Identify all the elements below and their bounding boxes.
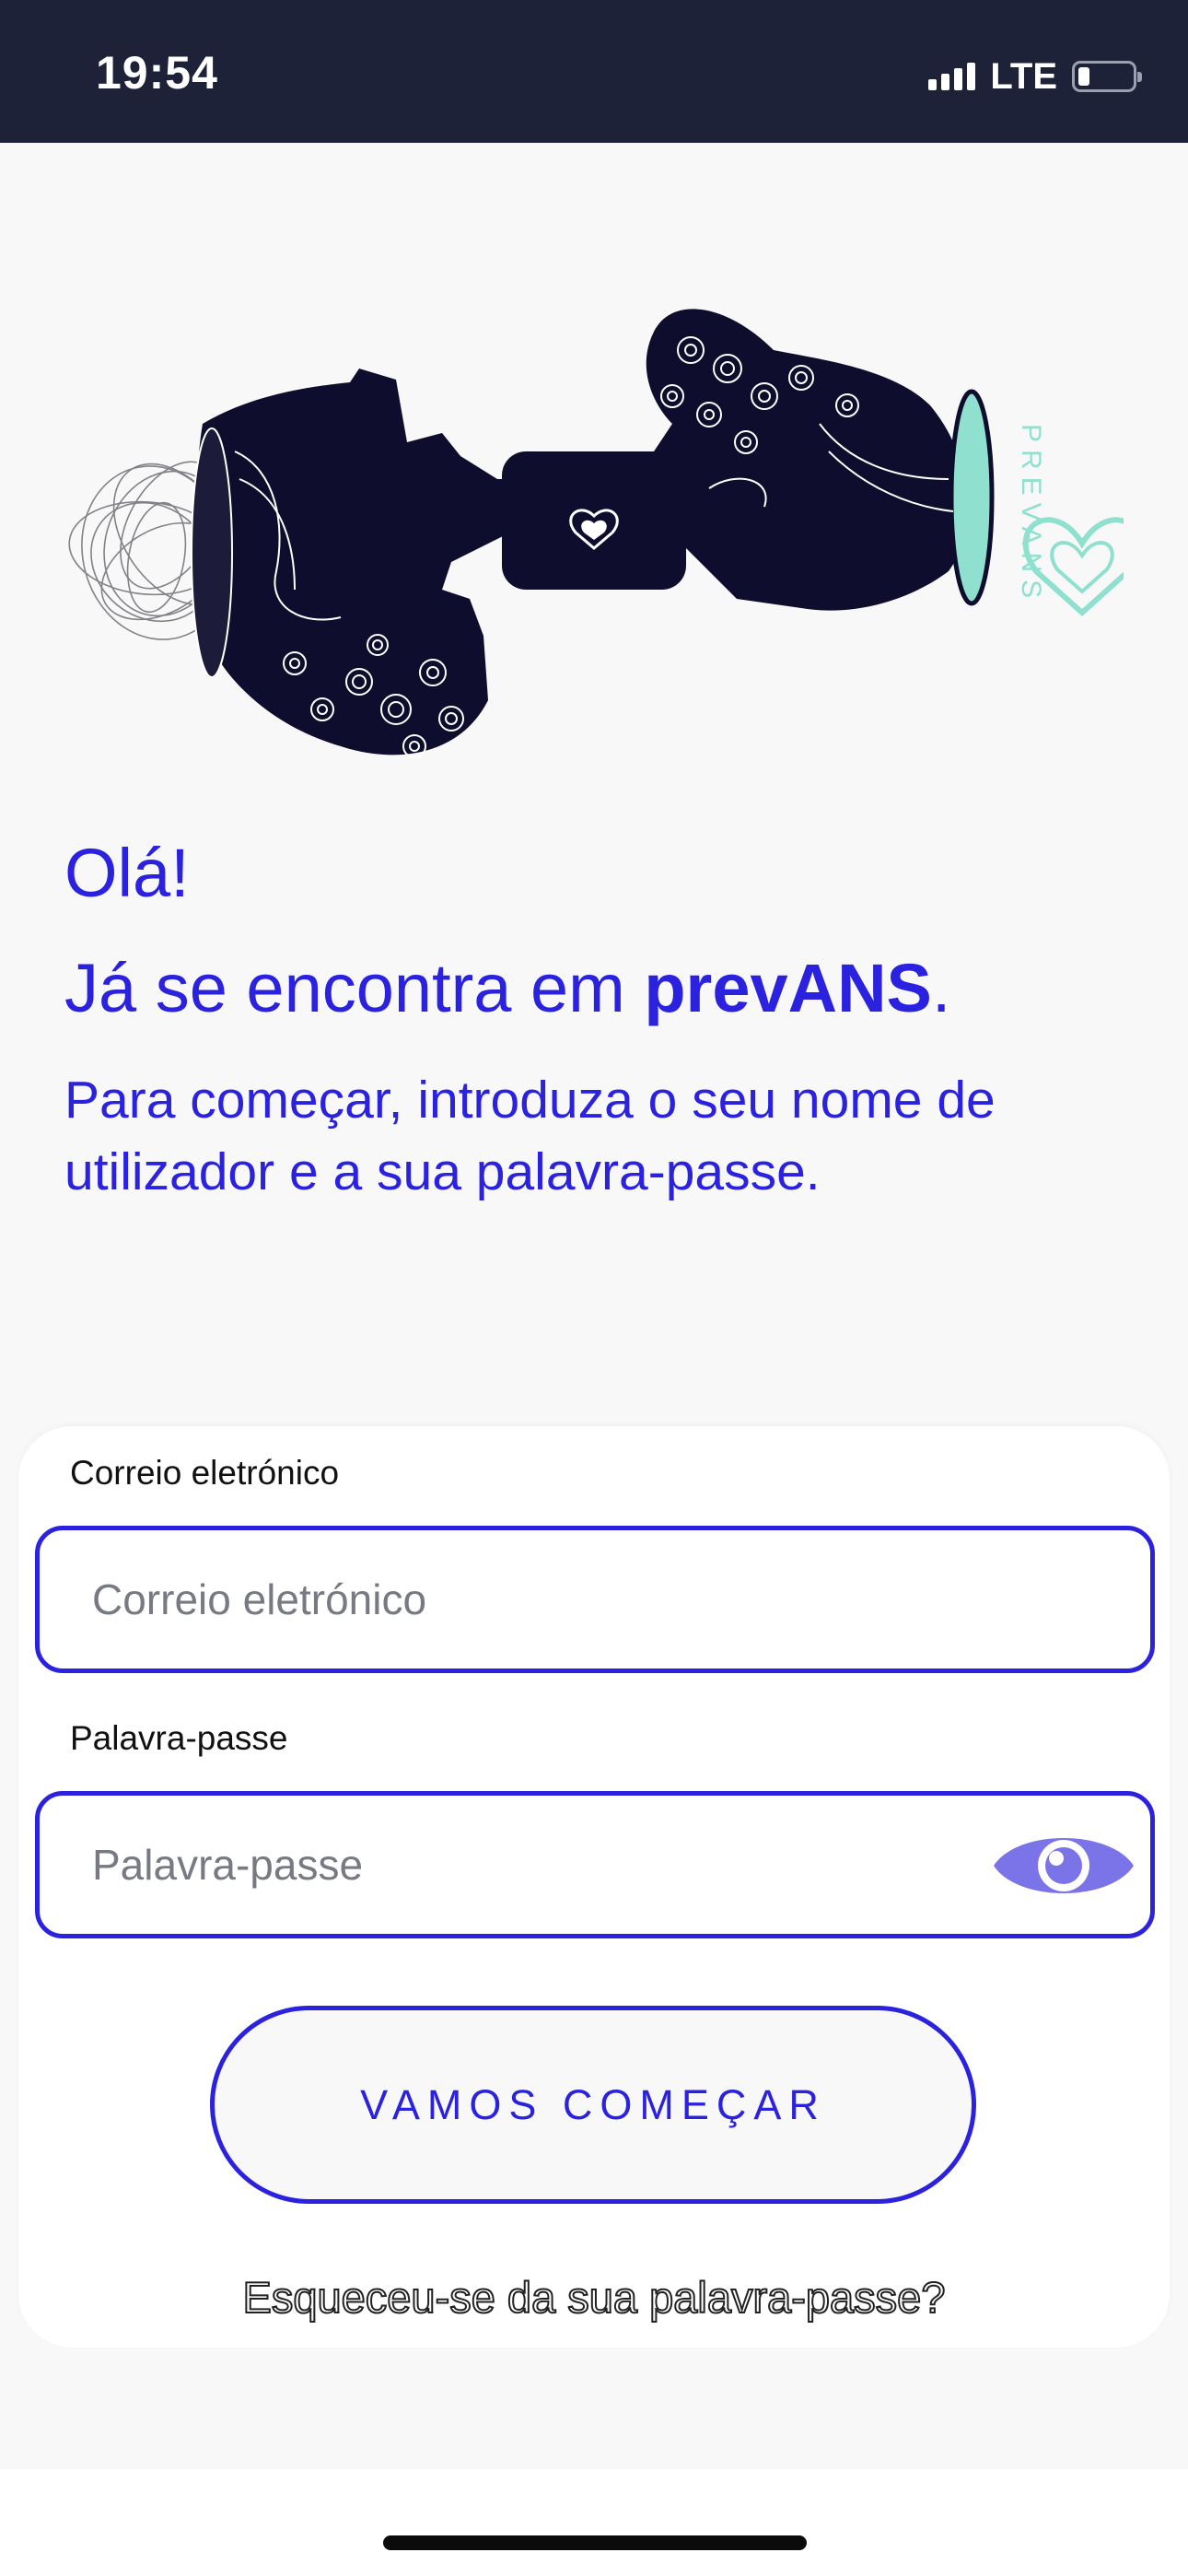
hero-illustration: PREVANS (68, 309, 1124, 758)
bottom-safe-area (0, 2469, 1188, 2576)
brand-name: prevANS (644, 950, 932, 1026)
email-field-wrapper (35, 1526, 1155, 1673)
password-field[interactable] (90, 1839, 1015, 1891)
status-bar: 19:54 LTE (0, 0, 1188, 143)
battery-icon (1072, 61, 1142, 92)
right-head-graphic (635, 309, 995, 611)
eye-icon[interactable] (990, 1821, 1137, 1910)
password-field-wrapper (35, 1791, 1155, 1938)
status-time: 19:54 (96, 47, 218, 99)
email-label: Correio eletrónico (70, 1454, 340, 1492)
signal-icon (928, 63, 976, 90)
home-indicator[interactable] (383, 2535, 807, 2550)
left-head-graphic (191, 369, 507, 758)
network-type: LTE (990, 55, 1057, 97)
password-label: Palavra-passe (70, 1719, 288, 1757)
greeting-instructions: Para começar, introduza o seu nome de ut… (64, 1071, 996, 1201)
prevans-logo: PREVANS (1016, 424, 1124, 617)
login-card: Correio eletrónico Palavra-passe VAMOS C… (18, 1426, 1170, 2348)
greeting-intro: Já se encontra em prevANS. (64, 950, 951, 1026)
status-indicators: LTE (928, 53, 1142, 100)
start-button[interactable]: VAMOS COMEÇAR (210, 2006, 976, 2204)
forgot-password-link[interactable]: Esqueceu-se da sua palavra-passe? (18, 2272, 1170, 2323)
greeting-title: Olá! (64, 835, 190, 911)
email-field[interactable] (90, 1574, 1015, 1625)
